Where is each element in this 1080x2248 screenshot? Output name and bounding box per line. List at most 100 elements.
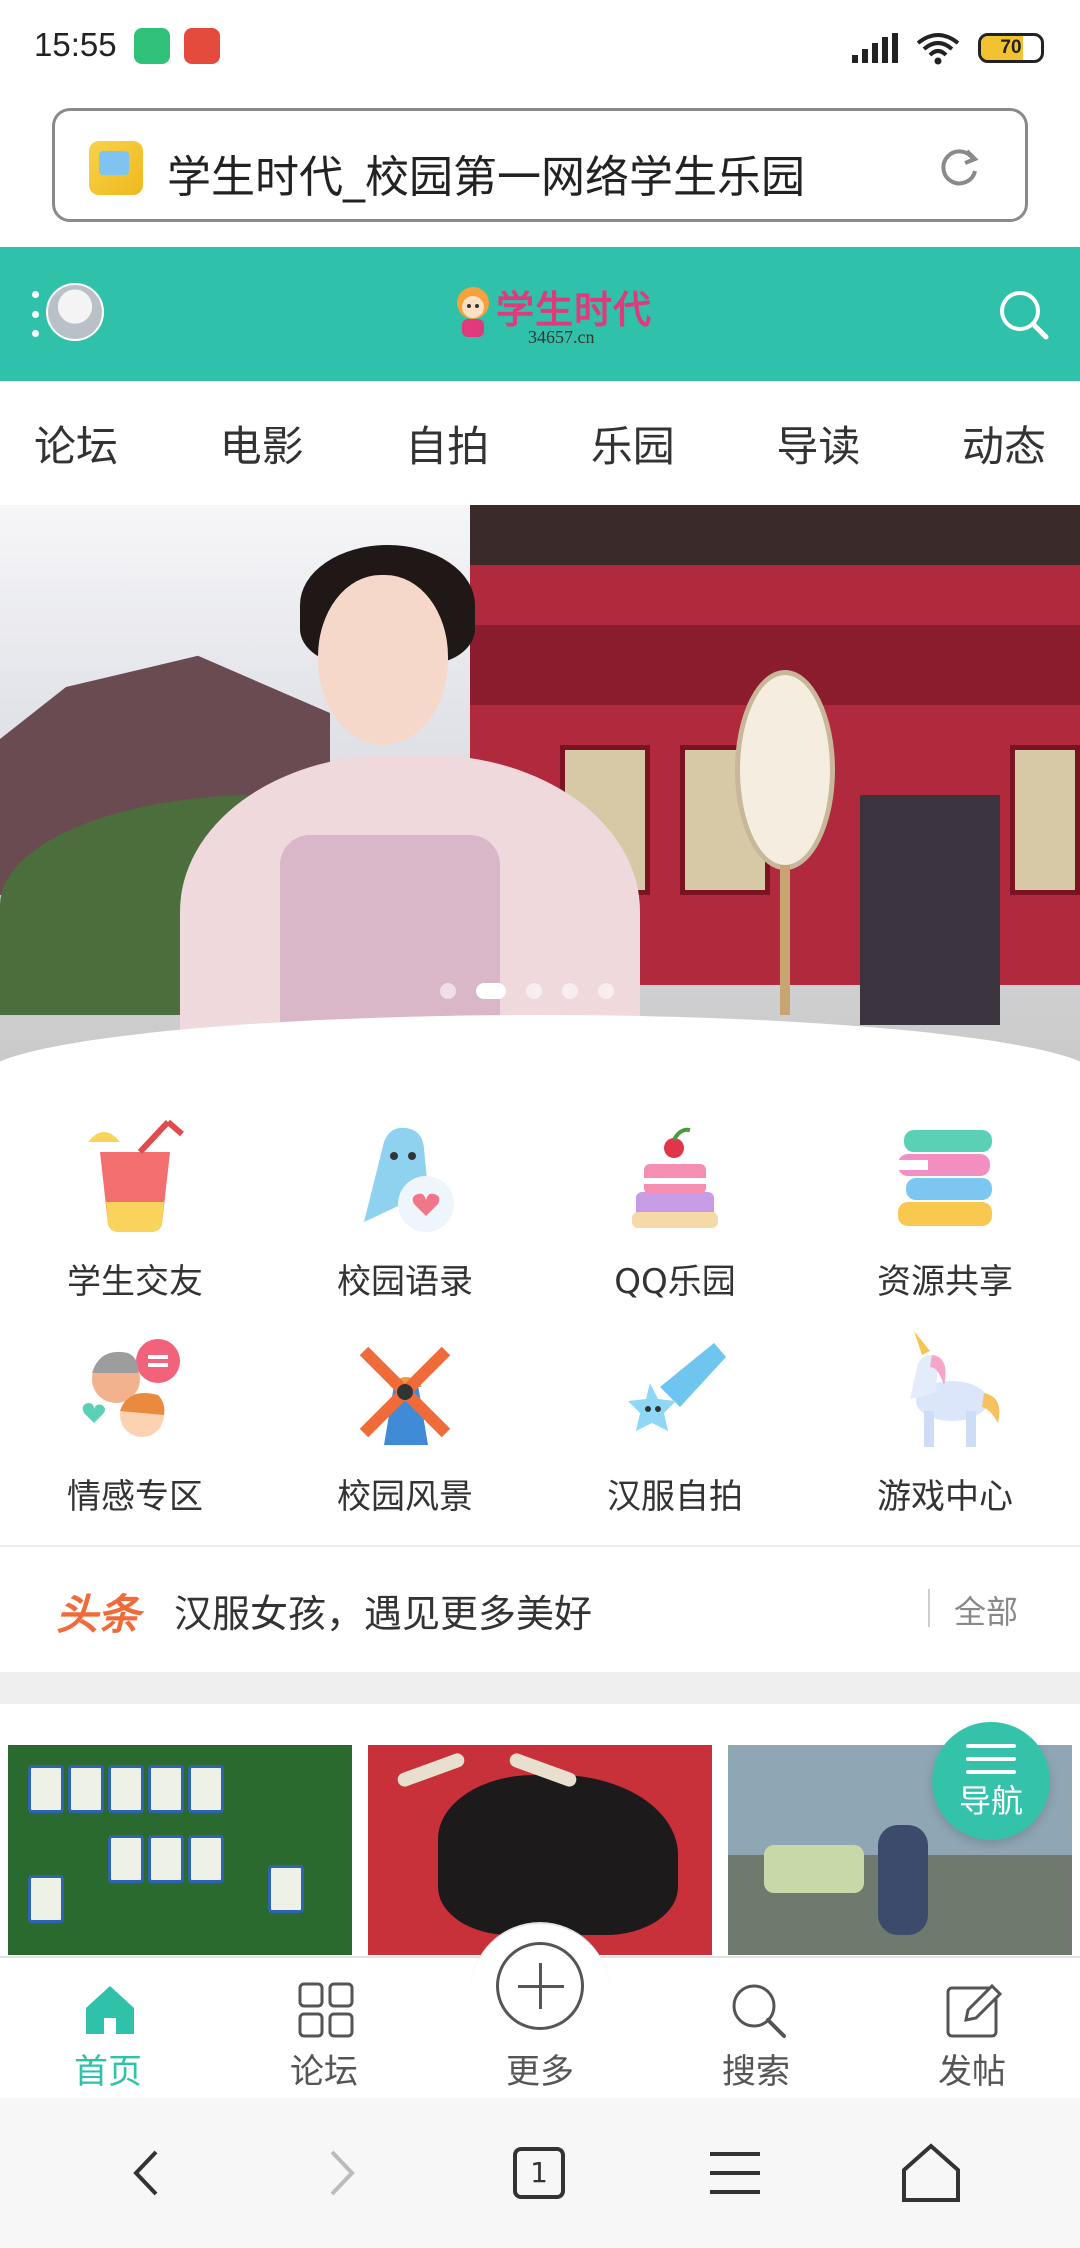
banner-carousel[interactable]	[0, 505, 1080, 1075]
bottom-tab-post[interactable]: 发帖	[892, 1958, 1052, 2100]
carousel-dot[interactable]	[526, 983, 542, 999]
floating-nav-label: 导航	[958, 1782, 1023, 1820]
bottom-tab-more[interactable]: 更多	[460, 1958, 620, 2100]
app-notification-icon	[184, 28, 220, 64]
carousel-dot[interactable]	[476, 983, 506, 999]
search-icon[interactable]	[996, 287, 1050, 341]
mahjong-tile	[68, 1765, 104, 1813]
banner-window	[1010, 745, 1080, 895]
floating-nav-button[interactable]: 导航	[932, 1722, 1050, 1840]
status-bar: 15:55 70	[0, 0, 1080, 96]
carousel-dot[interactable]	[562, 983, 578, 999]
windmill-icon	[359, 1346, 451, 1445]
menu-dots-icon[interactable]	[32, 291, 40, 337]
grid-item-campus-scenery[interactable]: 校园风景	[270, 1325, 540, 1540]
game-rider	[878, 1825, 928, 1935]
carousel-dots	[440, 983, 614, 999]
bottom-tab-home[interactable]: 首页	[28, 1958, 188, 2100]
grid-label: 学生交友	[67, 1262, 203, 1302]
reload-icon[interactable]	[937, 145, 981, 189]
category-grid: 学生交友 校园语录 QQ乐园 资源共享 情感专区 校园风景 汉服自拍 游戏中心	[0, 1110, 1080, 1540]
avatar[interactable]	[46, 283, 104, 341]
tab-guide[interactable]: 导读	[776, 413, 860, 474]
tab-movies[interactable]: 电影	[220, 413, 304, 474]
logo-text: 学生时代	[496, 287, 653, 332]
search-icon	[732, 1984, 786, 2038]
mahjong-tile	[28, 1875, 64, 1923]
tab-selfies[interactable]: 自拍	[405, 413, 489, 474]
grid-label: QQ乐园	[614, 1262, 736, 1302]
mahjong-tile	[148, 1835, 184, 1883]
wifi-icon	[916, 33, 960, 65]
headline-separator	[928, 1589, 930, 1627]
banner-door	[860, 795, 1000, 1025]
cellular-signal-icon	[852, 33, 898, 63]
banner-fan	[735, 670, 835, 870]
grid-item-hanfu-selfie[interactable]: 汉服自拍	[540, 1325, 810, 1540]
shooting-star-icon	[628, 1343, 726, 1431]
ghost-heart-icon	[364, 1127, 454, 1232]
bottom-tab-forum[interactable]: 论坛	[244, 1958, 404, 2100]
grid-label: 校园语录	[337, 1262, 473, 1302]
mahjong-tile	[188, 1835, 224, 1883]
headline-text[interactable]: 汉服女孩，遇见更多美好	[174, 1583, 592, 1638]
grid-label: 资源共享	[877, 1262, 1013, 1302]
status-time: 15:55	[34, 26, 117, 63]
menu-icon[interactable]	[700, 2138, 770, 2208]
tab-count: 1	[513, 2147, 565, 2199]
section-divider	[0, 1672, 1080, 1704]
tab-forum[interactable]: 论坛	[34, 413, 118, 474]
address-title[interactable]: 学生时代_校园第一网络学生乐园	[167, 141, 897, 205]
site-favicon	[89, 141, 143, 195]
grid-item-campus-quotes[interactable]: 校园语录	[270, 1110, 540, 1325]
grid-item-game-center[interactable]: 游戏中心	[810, 1325, 1080, 1540]
tab-label: 论坛	[290, 2052, 358, 2092]
grid-item-emotion-zone[interactable]: 情感专区	[0, 1325, 270, 1540]
drink-icon	[88, 1119, 184, 1232]
edit-icon	[946, 1983, 1003, 2038]
headline-tag: 头条	[56, 1590, 141, 1639]
tab-label: 发帖	[938, 2052, 1006, 2092]
bottom-tab-search[interactable]: 搜索	[676, 1958, 836, 2100]
books-icon	[898, 1130, 992, 1226]
tabs-icon[interactable]: 1	[504, 2138, 574, 2208]
bull-horn	[395, 1751, 467, 1789]
address-bar[interactable]: 学生时代_校园第一网络学生乐园	[52, 108, 1028, 222]
carousel-dot[interactable]	[440, 983, 456, 999]
headline-all-link[interactable]: 全部	[954, 1587, 1018, 1633]
mascot-icon	[457, 287, 489, 337]
site-logo[interactable]: 学生时代 34657.cn	[442, 275, 651, 355]
mahjong-tile	[108, 1835, 144, 1883]
couple-icon	[82, 1339, 180, 1437]
headline-bar[interactable]: 头条 汉服女孩，遇见更多美好 全部	[0, 1547, 1080, 1669]
grid-label: 校园风景	[337, 1477, 473, 1517]
tab-activity[interactable]: 动态	[962, 413, 1046, 474]
grid-icon	[298, 1982, 354, 2038]
menu-lines-icon	[966, 1744, 1016, 1774]
tab-park[interactable]: 乐园	[591, 413, 675, 474]
tab-label: 更多	[506, 2052, 574, 2092]
grid-item-qq-park[interactable]: QQ乐园	[540, 1110, 810, 1325]
unicorn-icon	[910, 1331, 1000, 1447]
mahjong-tile	[28, 1765, 64, 1813]
bull-shape	[438, 1775, 678, 1935]
mahjong-tile	[148, 1765, 184, 1813]
back-icon[interactable]	[112, 2138, 182, 2208]
carousel-dot[interactable]	[598, 983, 614, 999]
home-icon[interactable]	[896, 2138, 966, 2208]
game-car	[764, 1845, 864, 1893]
bottom-tab-bar: 首页 论坛 更多 搜索 发帖	[0, 1922, 1080, 2100]
home-icon	[86, 1986, 134, 2034]
mahjong-tile	[268, 1865, 304, 1913]
grid-item-resource-sharing[interactable]: 资源共享	[810, 1110, 1080, 1325]
tab-label: 搜索	[722, 2052, 790, 2092]
browser-toolbar: 1	[0, 2098, 1080, 2248]
thumbnail-mahjong[interactable]	[8, 1745, 352, 1955]
cake-icon	[632, 1127, 718, 1228]
banner-person-face	[318, 575, 448, 745]
tab-label: 首页	[74, 2052, 142, 2092]
forward-icon[interactable]	[306, 2138, 376, 2208]
grid-item-student-friends[interactable]: 学生交友	[0, 1110, 270, 1325]
grid-label: 情感专区	[67, 1477, 203, 1517]
site-header: 学生时代 34657.cn	[0, 247, 1080, 381]
